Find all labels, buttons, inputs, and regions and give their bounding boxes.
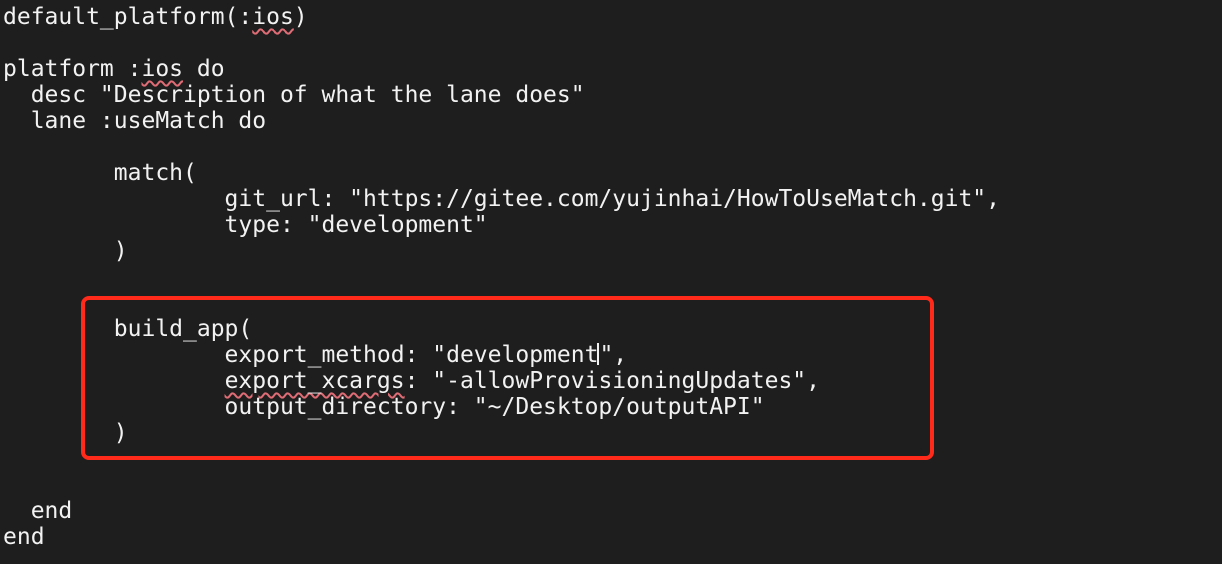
code-line-15: end [3, 524, 45, 550]
code-line-11: export_xcargs: "-allowProvisioningUpdate… [3, 368, 820, 394]
code-line-10: export_method: "development", [3, 342, 628, 368]
code-line-2: platform :ios do [3, 56, 225, 82]
code-line-7: type: "development" [3, 212, 488, 238]
code-text: : "-allowProvisioningUpdates", [404, 368, 820, 394]
code-line-9: build_app( [3, 316, 253, 342]
code-text: ", [599, 342, 628, 368]
code-line-13: ) [3, 420, 128, 446]
spellcheck-word: export_xcargs [224, 368, 405, 394]
code-line-4: lane :useMatch do [3, 108, 267, 134]
code-line-6: git_url: "https://gitee.com/yujinhai/How… [3, 186, 1000, 212]
code-editor[interactable]: default_platform(:ios) platform :ios do … [0, 0, 1222, 564]
code-text: ) [293, 4, 308, 30]
code-text: export_method: "development [3, 342, 599, 368]
code-text: platform : [3, 56, 142, 82]
spellcheck-word: ios [252, 4, 294, 30]
code-line-1: default_platform(:ios) [3, 4, 308, 30]
code-text: do [183, 56, 225, 82]
code-line-3: desc "Description of what the lane does" [3, 82, 585, 108]
spellcheck-word: ios [141, 56, 184, 82]
code-line-12: output_directory: "~/Desktop/outputAPI" [3, 394, 765, 420]
code-line-5: match( [3, 160, 197, 186]
code-text: default_platform(: [3, 4, 253, 30]
code-line-8: ) [3, 238, 128, 264]
code-line-14: end [3, 498, 73, 524]
